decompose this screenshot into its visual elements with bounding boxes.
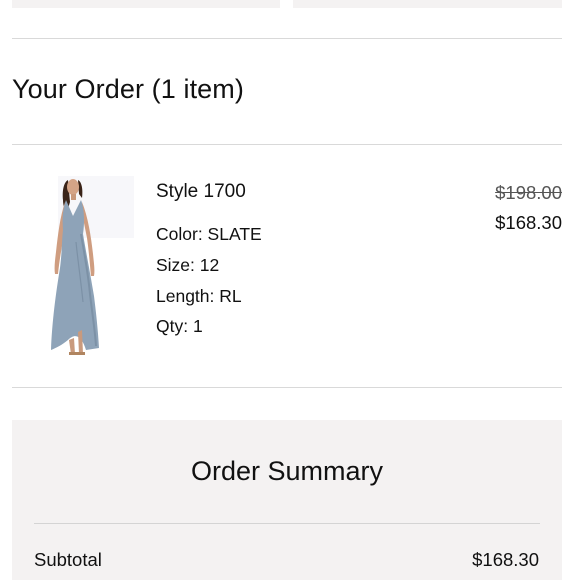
dress-photo-icon	[51, 179, 99, 355]
product-length: Length: RL	[156, 286, 242, 306]
section-divider	[12, 144, 562, 145]
order-summary-panel: Order Summary Subtotal $168.30	[12, 420, 562, 580]
section-divider	[12, 38, 562, 39]
order-title: Your Order (1 item)	[12, 74, 244, 104]
summary-divider	[34, 523, 540, 524]
checkout-page: Your Order (1 item) Style 1700 Color: SL…	[0, 0, 580, 580]
product-size: Size: 12	[156, 255, 220, 275]
original-price: $198.00	[495, 182, 562, 203]
order-summary-title: Order Summary	[190, 456, 384, 486]
subtotal-value: $168.30	[472, 549, 539, 570]
subtotal-label: Subtotal	[34, 549, 102, 570]
sale-price: $168.30	[495, 212, 562, 233]
section-divider	[12, 387, 562, 388]
product-color: Color: SLATE	[156, 224, 262, 244]
top-panel-left	[12, 0, 280, 8]
top-panel-right	[293, 0, 562, 8]
product-quantity: Qty: 1	[156, 316, 203, 336]
product-name[interactable]: Style 1700	[156, 181, 246, 203]
product-image[interactable]	[38, 172, 134, 358]
